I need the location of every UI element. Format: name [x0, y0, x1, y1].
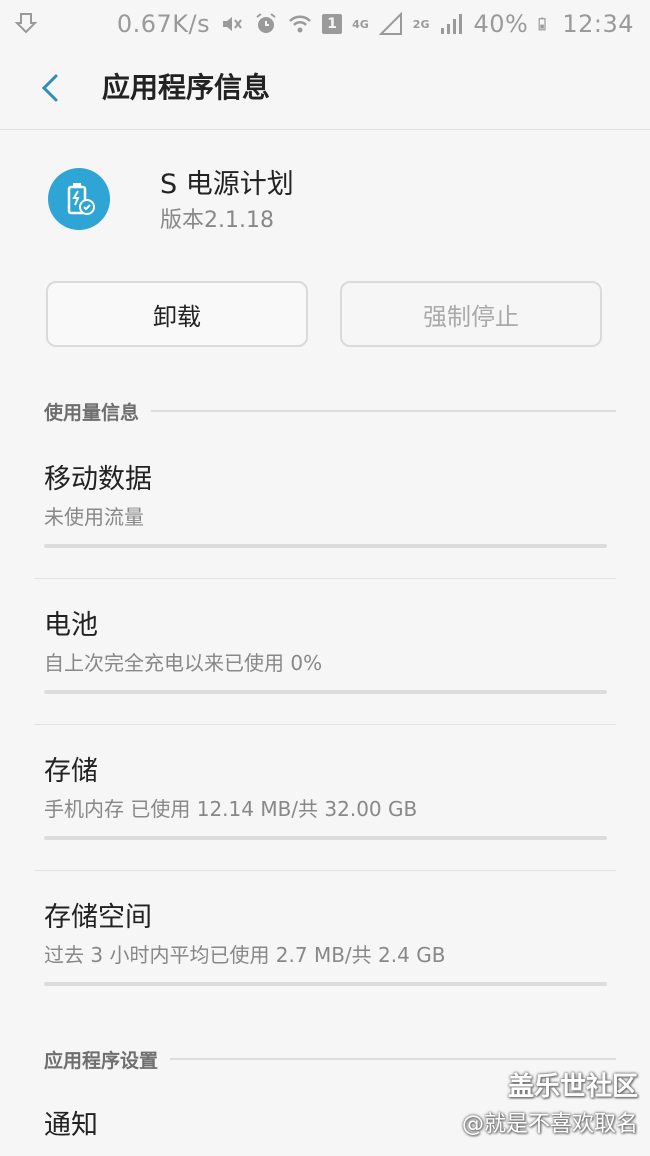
signal-icon [378, 12, 402, 35]
app-name: S 电源计划 [160, 169, 294, 200]
list-item-storage[interactable]: 存储 手机内存 已使用 12.14 MB/共 32.00 GB [34, 750, 616, 872]
item-title: 电池 [44, 610, 98, 641]
network-speed: 0.67K/s [116, 10, 211, 38]
app-bar: 应用程序信息 [0, 48, 650, 130]
divider [34, 724, 616, 725]
item-title: 移动数据 [44, 464, 152, 495]
section-label: 使用量信息 [44, 401, 140, 424]
page-title: 应用程序信息 [102, 71, 271, 104]
watermark-site: 盖乐世社区 [507, 1072, 638, 1102]
battery-percent: 40% [473, 10, 529, 38]
section-label: 应用程序设置 [44, 1049, 159, 1072]
status-bar: 0.67K/s 1 4G 2G 40% 12:34 [0, 0, 650, 48]
item-subtitle: 手机内存 已使用 12.14 MB/共 32.00 GB [44, 797, 418, 821]
app-version: 版本2.1.18 [160, 208, 274, 233]
network-2g-label: 2G [412, 17, 430, 31]
list-item-mobile-data[interactable]: 移动数据 未使用流量 [34, 458, 616, 580]
sim-badge: 1 [322, 14, 343, 34]
force-stop-button[interactable]: 强制停止 [340, 281, 602, 347]
divider [34, 578, 616, 579]
app-icon [48, 168, 110, 230]
usage-bar [44, 982, 607, 986]
signal-bars-icon [441, 14, 463, 34]
item-subtitle: 未使用流量 [44, 505, 144, 529]
section-divider [151, 410, 616, 412]
uninstall-button[interactable]: 卸载 [46, 281, 308, 347]
watermark-user: @就是不喜欢取名 [461, 1112, 638, 1137]
item-subtitle: 过去 3 小时内平均已使用 2.7 MB/共 2.4 GB [44, 943, 446, 967]
back-arrow-icon[interactable] [30, 68, 70, 108]
alarm-icon [256, 13, 276, 33]
mute-icon [223, 17, 242, 31]
download-icon [14, 13, 38, 34]
item-subtitle: 自上次完全充电以来已使用 0% [44, 651, 323, 675]
item-title: 存储空间 [44, 902, 152, 933]
network-4g-label: 4G [352, 17, 369, 31]
usage-bar [44, 690, 607, 694]
clock: 12:34 [562, 10, 634, 38]
list-item-memory[interactable]: 存储空间 过去 3 小时内平均已使用 2.7 MB/共 2.4 GB [34, 896, 616, 996]
battery-icon [538, 17, 546, 31]
divider [34, 870, 616, 871]
section-divider [170, 1058, 616, 1060]
usage-bar [44, 544, 607, 548]
list-item-battery[interactable]: 电池 自上次完全充电以来已使用 0% [34, 604, 616, 726]
item-title: 存储 [44, 756, 98, 787]
usage-bar [44, 836, 607, 840]
battery-power-plan-icon [67, 183, 95, 215]
section-header-usage: 使用量信息 [44, 396, 616, 426]
item-title: 通知 [44, 1110, 98, 1141]
wifi-icon [289, 15, 312, 33]
